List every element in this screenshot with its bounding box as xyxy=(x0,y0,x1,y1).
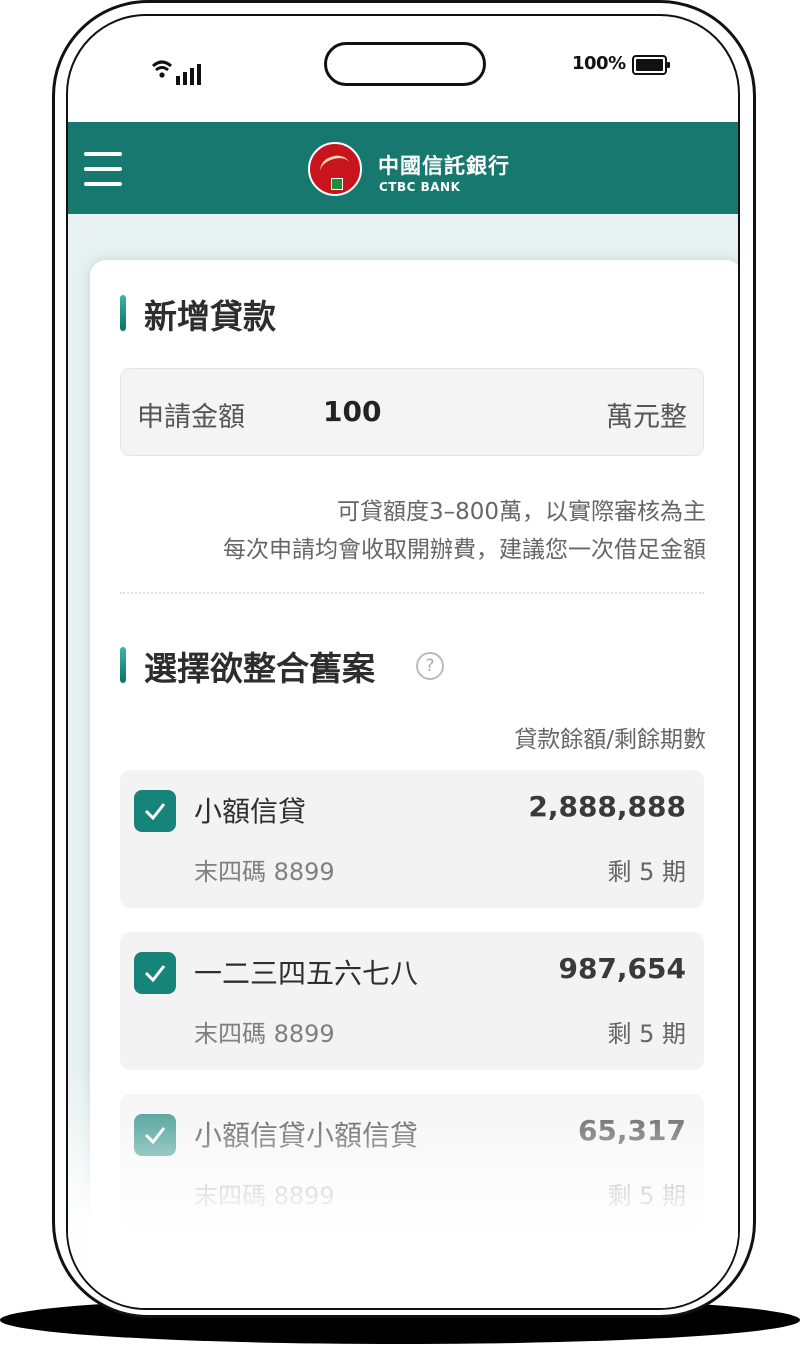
battery-percent: 100% xyxy=(572,53,626,74)
consolidation-title-text: 選擇欲整合舊案 xyxy=(144,649,375,688)
check-icon xyxy=(144,1127,166,1145)
hamburger-menu-icon[interactable] xyxy=(84,152,122,186)
check-icon xyxy=(144,803,166,821)
loan-balance: 987,654 xyxy=(558,952,686,985)
amount-unit: 萬元整 xyxy=(606,402,687,433)
amount-label: 申請金額 xyxy=(137,402,245,433)
account-last-four: 末四碼 8899 xyxy=(194,1020,335,1048)
loan-checkbox[interactable] xyxy=(134,1114,176,1156)
title-accent-bar xyxy=(120,295,126,331)
account-last-four: 末四碼 8899 xyxy=(194,858,335,886)
loan-checkbox[interactable] xyxy=(134,952,176,994)
fee-note: 每次申請均會收取開辦費，建議您一次借足金額 xyxy=(223,537,706,563)
account-last-four: 末四碼 8899 xyxy=(194,1182,335,1210)
loan-item[interactable]: 一二三四五六七八 987,654 末四碼 8899 剩 5 期 xyxy=(120,932,704,1070)
remaining-periods: 剩 5 期 xyxy=(607,1020,686,1048)
battery-icon xyxy=(632,55,670,75)
loan-name: 一二三四五六七八 xyxy=(194,957,419,990)
loan-name: 小額信貸 xyxy=(194,795,307,828)
loan-item[interactable]: 小額信貸小額信貸 65,317 末四碼 8899 剩 5 期 xyxy=(120,1094,704,1232)
ctbc-logo-icon xyxy=(308,142,362,196)
remaining-periods: 剩 5 期 xyxy=(607,1182,686,1210)
loan-balance: 2,888,888 xyxy=(528,790,686,823)
question-circle-icon[interactable]: ? xyxy=(416,652,444,680)
app-header: 中國信託銀行 CTBC BANK xyxy=(68,122,738,214)
wifi-signal-icon xyxy=(152,60,201,85)
section-divider xyxy=(120,592,704,594)
remaining-periods: 剩 5 期 xyxy=(607,858,686,886)
brand-english: CTBC BANK xyxy=(379,180,461,194)
loan-item[interactable]: 小額信貸 2,888,888 末四碼 8899 剩 5 期 xyxy=(120,770,704,908)
check-icon xyxy=(144,965,166,983)
phone-screen: 100% 中國信託銀行 CTBC BANK 新增貸款 申請金額 100 萬元整 … xyxy=(66,14,740,1310)
camera-notch xyxy=(324,42,486,86)
balance-column-header: 貸款餘額/剩餘期數 xyxy=(514,727,706,753)
loan-checkbox[interactable] xyxy=(134,790,176,832)
brand-name: 中國信託銀行 xyxy=(378,154,510,178)
loan-form-card: 新增貸款 申請金額 100 萬元整 可貸額度3–800萬，以實際審核為主 每次申… xyxy=(90,260,738,1308)
loan-balance: 65,317 xyxy=(577,1114,686,1147)
amount-value[interactable]: 100 xyxy=(323,395,381,428)
new-loan-title-text: 新增貸款 xyxy=(144,297,276,336)
limit-note: 可貸額度3–800萬，以實際審核為主 xyxy=(336,499,706,525)
title-accent-bar xyxy=(120,647,126,683)
loan-name: 小額信貸小額信貸 xyxy=(194,1119,419,1152)
status-bar: 100% xyxy=(68,16,738,124)
amount-input[interactable]: 申請金額 100 萬元整 xyxy=(120,368,704,456)
